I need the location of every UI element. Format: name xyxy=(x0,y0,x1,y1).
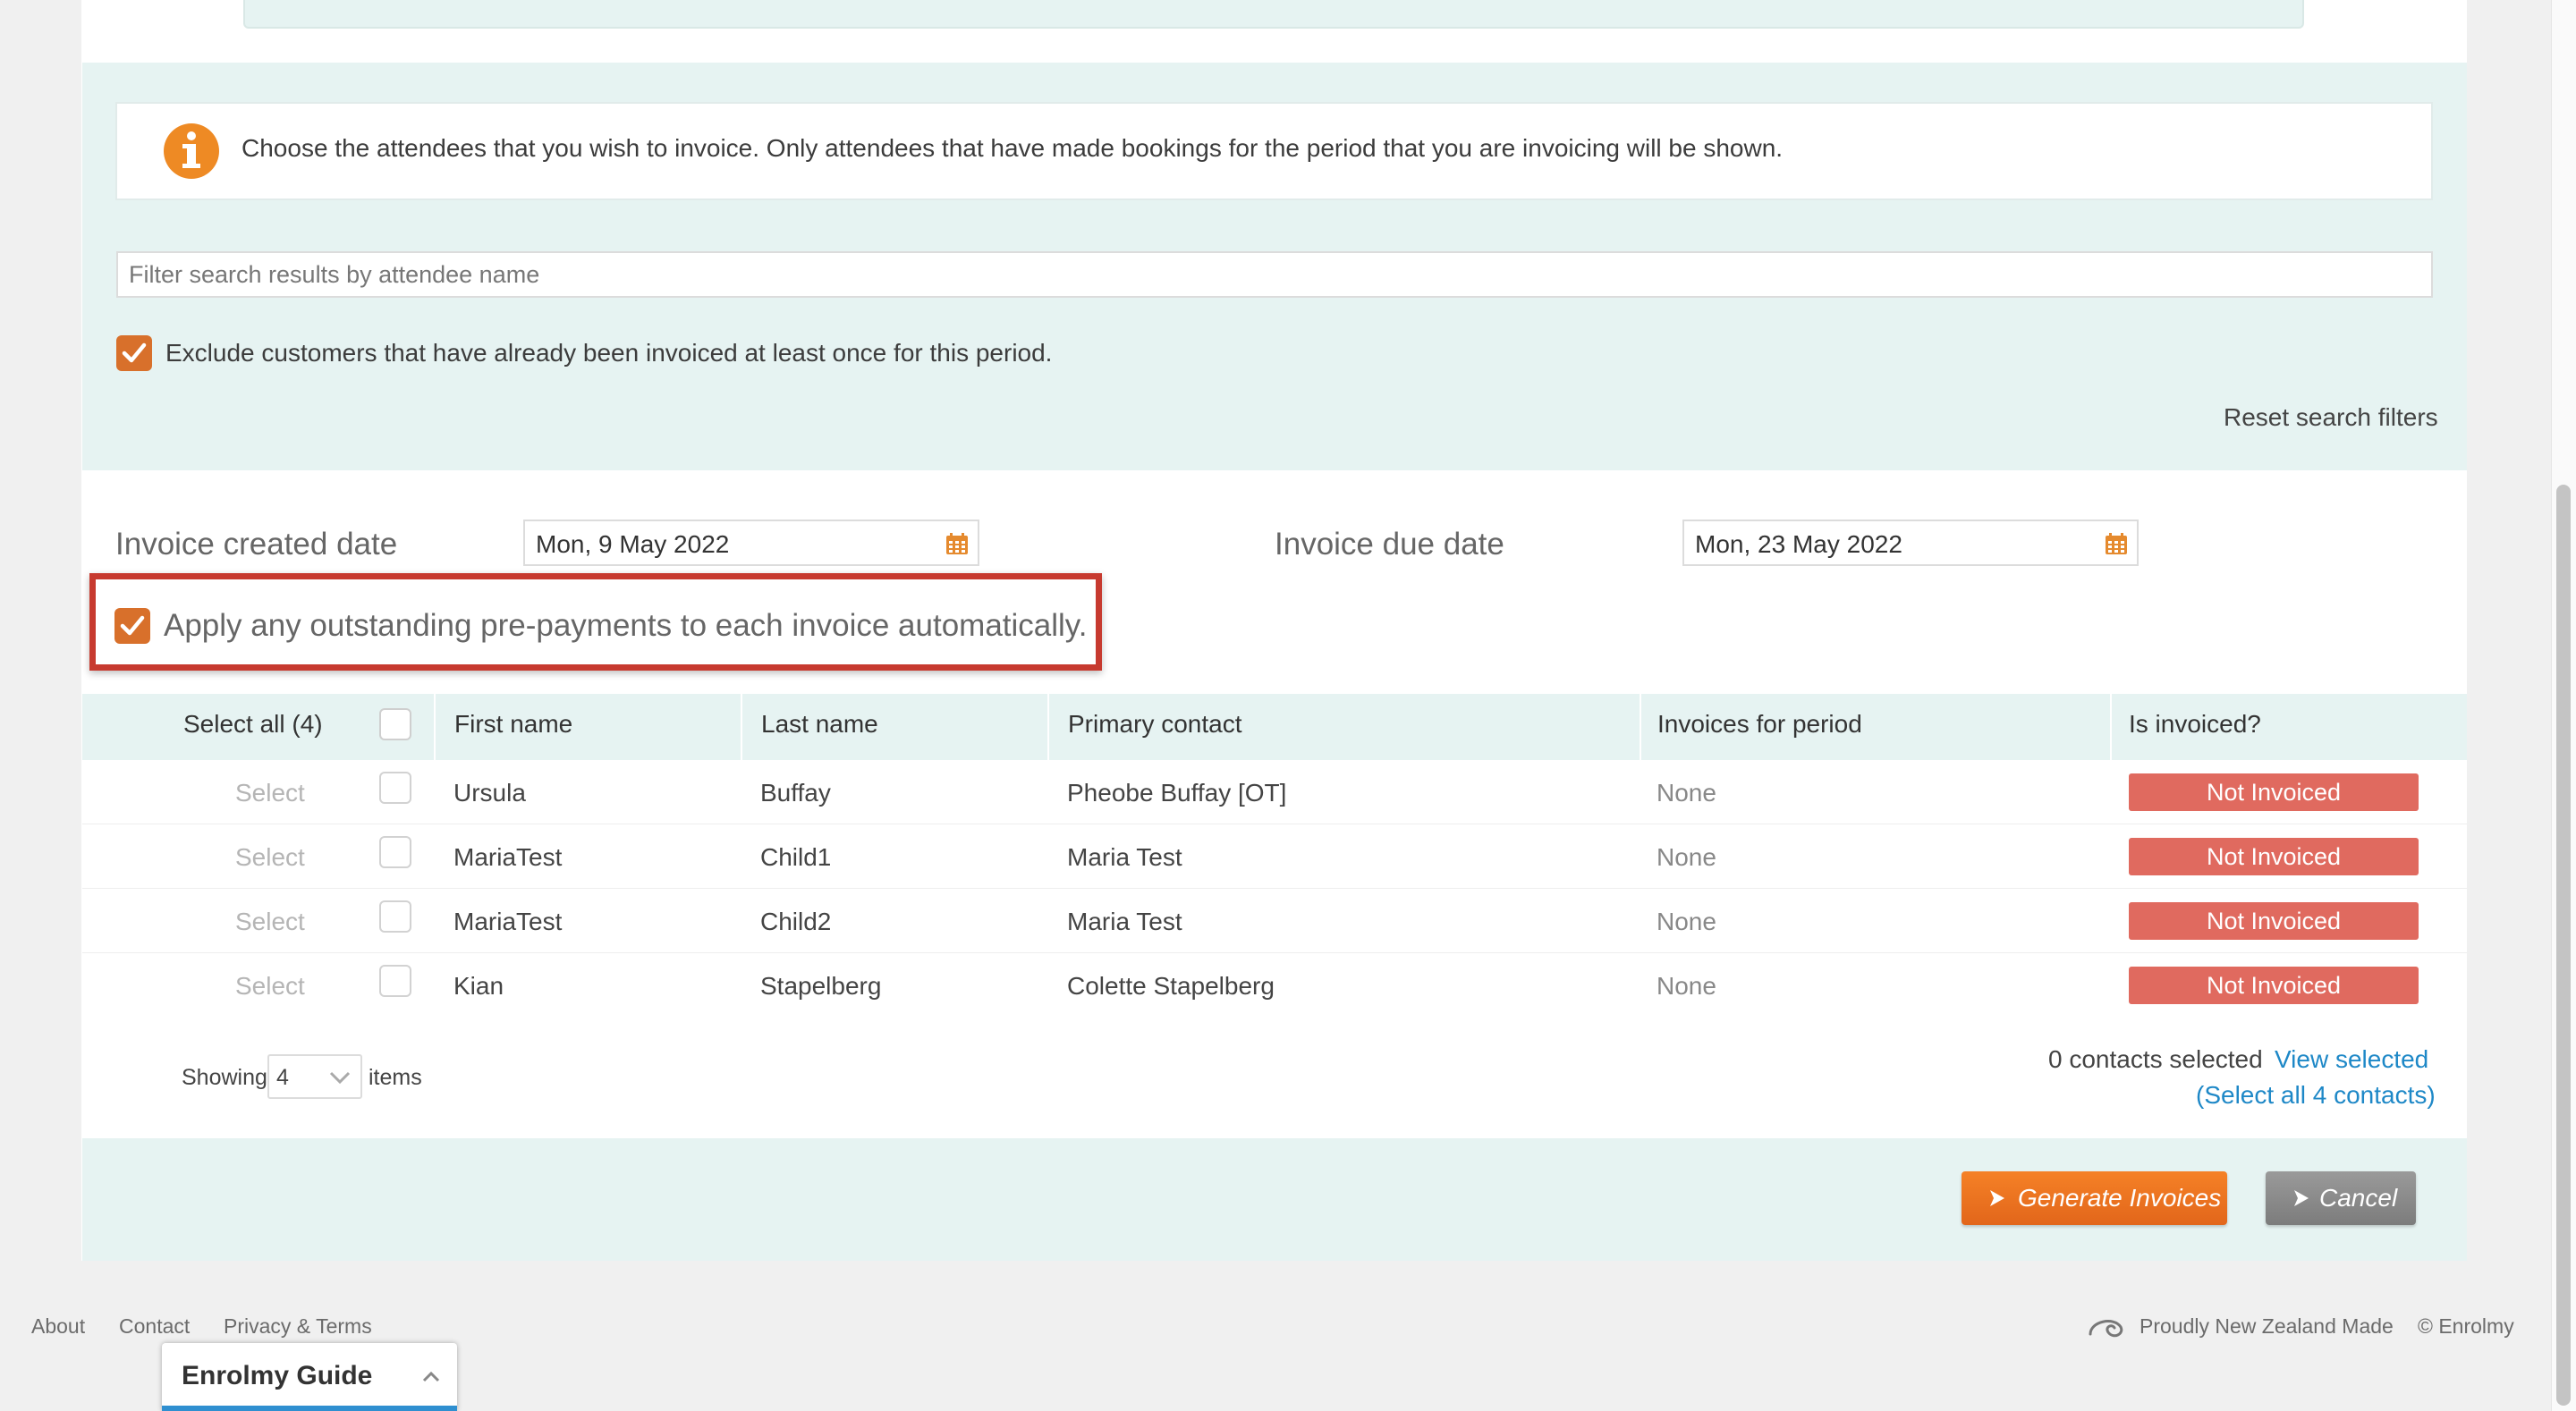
first-name-cell: MariaTest xyxy=(453,843,563,871)
invoices-cell: None xyxy=(1657,908,1716,935)
footer-contact-link[interactable]: Contact xyxy=(119,1314,190,1339)
generate-invoices-label: Generate Invoices xyxy=(2018,1184,2222,1212)
primary-contact-cell: Colette Stapelberg xyxy=(1067,972,1275,1000)
items-label: items xyxy=(369,1065,422,1090)
contacts-selected-count: 0 contacts selected xyxy=(2048,1045,2263,1073)
top-panel xyxy=(243,0,2304,29)
page-size-select[interactable]: 4 xyxy=(267,1054,362,1099)
cancel-button[interactable]: Cancel xyxy=(2266,1171,2416,1225)
exclude-invoiced-checkbox[interactable] xyxy=(116,335,152,371)
view-selected-link[interactable]: View selected xyxy=(2275,1045,2428,1074)
exclude-invoiced-label: Exclude customers that have already been… xyxy=(165,339,1053,367)
cancel-label: Cancel xyxy=(2319,1184,2398,1212)
header-primary-contact[interactable]: Primary contact xyxy=(1068,710,1242,739)
attendee-filter-input[interactable] xyxy=(116,251,2433,298)
invoice-due-date-value: Mon, 23 May 2022 xyxy=(1695,530,1902,558)
chevron-up-icon[interactable] xyxy=(421,1370,441,1382)
footer-copyright: © Enrolmy xyxy=(2418,1314,2514,1338)
row-select-label[interactable]: Select xyxy=(235,843,305,872)
nz-swirl-icon xyxy=(2089,1320,2123,1338)
footer-privacy-link[interactable]: Privacy & Terms xyxy=(224,1314,372,1339)
last-name-cell: Buffay xyxy=(760,779,831,807)
calendar-icon[interactable] xyxy=(945,532,969,555)
row-select-label[interactable]: Select xyxy=(235,779,305,807)
first-name-cell: Ursula xyxy=(453,779,526,807)
info-icon xyxy=(164,123,219,179)
status-badge: Not Invoiced xyxy=(2129,773,2419,811)
invoice-created-date-input[interactable]: Mon, 9 May 2022 xyxy=(523,520,979,566)
invoice-due-date-label: Invoice due date xyxy=(1275,527,1504,562)
calendar-icon[interactable] xyxy=(2105,532,2128,555)
invoices-cell: None xyxy=(1657,843,1716,871)
status-badge: Not Invoiced xyxy=(2129,838,2419,875)
last-name-cell: Child1 xyxy=(760,843,832,871)
generate-invoices-button[interactable]: Generate Invoices xyxy=(1962,1171,2227,1225)
arrow-right-icon xyxy=(2294,1190,2309,1206)
select-all-contacts-link[interactable]: (Select all 4 contacts) xyxy=(2196,1081,2436,1110)
status-badge: Not Invoiced xyxy=(2129,967,2419,1004)
row-checkbox[interactable] xyxy=(379,965,411,997)
enrolmy-guide-title: Enrolmy Guide xyxy=(182,1361,373,1390)
footer-nz-made: Proudly New Zealand Made xyxy=(2140,1314,2394,1338)
first-name-cell: MariaTest xyxy=(453,908,563,935)
scrollbar-thumb[interactable] xyxy=(2556,485,2571,1406)
status-badge: Not Invoiced xyxy=(2129,902,2419,940)
primary-contact-cell: Pheobe Buffay [OT] xyxy=(1067,779,1287,807)
row-checkbox[interactable] xyxy=(379,772,411,804)
info-text: Choose the attendees that you wish to in… xyxy=(242,134,1784,162)
primary-contact-cell: Maria Test xyxy=(1067,908,1182,935)
header-select-all: Select all (4) xyxy=(183,710,323,738)
primary-contact-cell: Maria Test xyxy=(1067,843,1182,871)
invoices-cell: None xyxy=(1657,779,1716,807)
chevron-down-icon xyxy=(329,1071,351,1085)
enrolmy-guide-widget[interactable]: Enrolmy Guide xyxy=(162,1343,457,1411)
arrow-right-icon xyxy=(1990,1190,2004,1206)
row-checkbox[interactable] xyxy=(379,900,411,933)
invoice-due-date-input[interactable]: Mon, 23 May 2022 xyxy=(1682,520,2139,566)
page-size-value: 4 xyxy=(276,1065,289,1090)
header-is-invoiced[interactable]: Is invoiced? xyxy=(2129,710,2261,739)
row-checkbox[interactable] xyxy=(379,836,411,868)
first-name-cell: Kian xyxy=(453,972,504,1000)
apply-prepayments-label: Apply any outstanding pre-payments to ea… xyxy=(164,608,1088,643)
footer-about-link[interactable]: About xyxy=(31,1314,85,1339)
invoices-cell: None xyxy=(1657,972,1716,1000)
header-last-name[interactable]: Last name xyxy=(761,710,878,739)
select-all-checkbox[interactable] xyxy=(379,708,411,740)
row-select-label[interactable]: Select xyxy=(235,972,305,1001)
header-invoices-for-period[interactable]: Invoices for period xyxy=(1657,710,1862,739)
last-name-cell: Child2 xyxy=(760,908,832,935)
showing-label: Showing xyxy=(182,1065,267,1090)
row-select-label[interactable]: Select xyxy=(235,908,305,936)
invoice-created-date-label: Invoice created date xyxy=(115,527,398,562)
last-name-cell: Stapelberg xyxy=(760,972,882,1000)
reset-search-filters-link[interactable]: Reset search filters xyxy=(2224,403,2438,432)
apply-prepayments-checkbox[interactable] xyxy=(114,608,150,644)
guide-underline xyxy=(162,1406,457,1411)
invoice-created-date-value: Mon, 9 May 2022 xyxy=(536,530,730,558)
header-first-name[interactable]: First name xyxy=(454,710,572,739)
